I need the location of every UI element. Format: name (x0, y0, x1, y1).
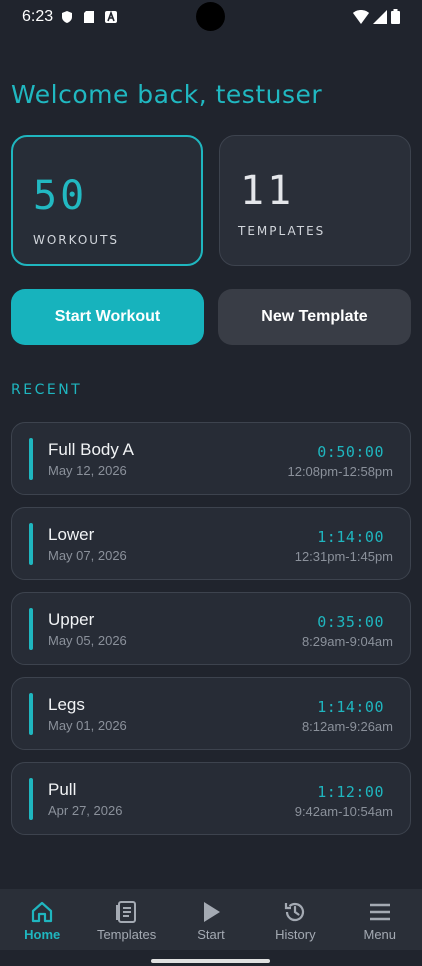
wifi-icon (353, 9, 369, 24)
workout-date: May 01, 2026 (48, 718, 127, 733)
recent-workouts-list: Full Body A May 12, 2026 0:50:00 12:08pm… (11, 422, 411, 847)
workout-name: Lower (48, 525, 95, 544)
workout-date: May 05, 2026 (48, 633, 127, 648)
new-template-button[interactable]: New Template (218, 289, 411, 345)
shield-icon (62, 11, 73, 23)
templates-stat-card[interactable]: 11 TEMPLATES (219, 135, 411, 266)
menu-icon (369, 903, 390, 921)
nav-item-menu[interactable]: Menu (338, 889, 422, 950)
status-indicators (353, 9, 400, 24)
bottom-navigation: Home Templates Start History Menu (0, 889, 422, 950)
card-accent-bar (29, 523, 33, 565)
workout-time-range: 9:42am-10:54am (294, 804, 393, 819)
workout-card[interactable]: Full Body A May 12, 2026 0:50:00 12:08pm… (11, 422, 411, 495)
sd-card-icon (84, 11, 95, 23)
workout-name: Upper (48, 610, 95, 629)
start-workout-button[interactable]: Start Workout (11, 289, 204, 345)
workout-duration: 0:35:00 (317, 613, 384, 631)
battery-icon (391, 9, 400, 24)
workout-card[interactable]: Lower May 07, 2026 1:14:00 12:31pm-1:45p… (11, 507, 411, 580)
camera-cutout (196, 2, 225, 31)
status-time: 6:23 (22, 8, 54, 25)
card-accent-bar (29, 608, 33, 650)
nav-item-templates[interactable]: Templates (85, 889, 169, 950)
workout-duration: 1:14:00 (317, 528, 384, 546)
workout-duration: 1:14:00 (317, 698, 384, 716)
templates-icon (115, 901, 136, 923)
workout-time-range: 8:29am-9:04am (301, 634, 393, 649)
play-icon (203, 902, 220, 922)
workout-date: May 07, 2026 (48, 548, 127, 563)
notification-a-icon (105, 11, 118, 23)
workout-date: May 12, 2026 (48, 463, 127, 478)
workout-name: Pull (48, 780, 77, 799)
history-icon (285, 902, 305, 922)
nav-item-history[interactable]: History (253, 889, 337, 950)
nav-label: Home (24, 927, 61, 942)
workout-card[interactable]: Pull Apr 27, 2026 1:12:00 9:42am-10:54am (11, 762, 411, 835)
workout-name: Legs (48, 695, 85, 714)
workout-duration: 0:50:00 (317, 443, 384, 461)
signal-icon (373, 9, 387, 24)
workout-time-range: 8:12am-9:26am (301, 719, 393, 734)
workout-name: Full Body A (48, 440, 134, 459)
workout-duration: 1:12:00 (317, 783, 384, 801)
welcome-heading: Welcome back, testuser (11, 80, 323, 109)
nav-label: History (275, 927, 316, 942)
workout-card[interactable]: Upper May 05, 2026 0:35:00 8:29am-9:04am (11, 592, 411, 665)
home-icon (32, 901, 53, 923)
recent-section-title: RECENT (11, 382, 83, 398)
card-accent-bar (29, 438, 33, 480)
workout-time-range: 12:31pm-1:45pm (294, 549, 393, 564)
card-accent-bar (29, 693, 33, 735)
workout-card[interactable]: Legs May 01, 2026 1:14:00 8:12am-9:26am (11, 677, 411, 750)
templates-label: TEMPLATES (238, 224, 326, 238)
nav-item-home[interactable]: Home (0, 889, 84, 950)
nav-label: Templates (96, 927, 157, 942)
workouts-count: 50 (33, 173, 88, 219)
workout-time-range: 12:08pm-12:58pm (287, 464, 393, 479)
workout-date: Apr 27, 2026 (48, 803, 123, 818)
nav-label: Start (197, 927, 225, 942)
workouts-label: WORKOUTS (33, 233, 120, 247)
nav-item-start[interactable]: Start (169, 889, 253, 950)
workouts-stat-card[interactable]: 50 WORKOUTS (11, 135, 203, 266)
templates-count: 11 (240, 168, 295, 214)
card-accent-bar (29, 778, 33, 820)
system-nav-area (0, 950, 422, 966)
gesture-handle[interactable] (151, 959, 270, 963)
nav-label: Menu (363, 927, 397, 942)
